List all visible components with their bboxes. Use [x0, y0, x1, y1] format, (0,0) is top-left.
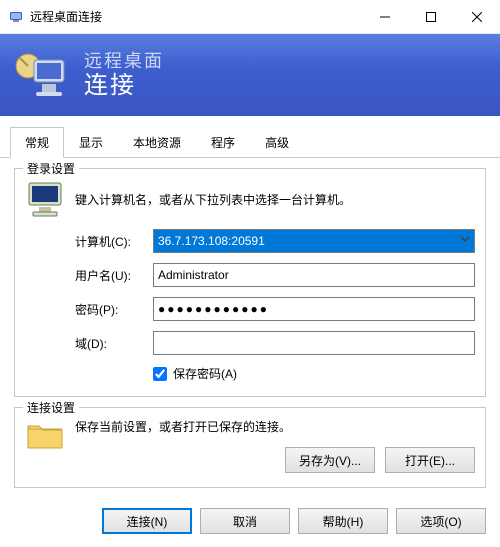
tab-strip: 常规 显示 本地资源 程序 高级 [0, 126, 500, 158]
maximize-button[interactable] [408, 1, 454, 33]
tab-general[interactable]: 常规 [10, 127, 64, 158]
app-icon [8, 9, 24, 25]
maximize-icon [426, 12, 436, 22]
save-password-label: 保存密码(A) [173, 365, 237, 382]
tab-display[interactable]: 显示 [64, 127, 118, 158]
connection-settings-legend: 连接设置 [23, 399, 79, 416]
save-password-checkbox[interactable] [153, 367, 167, 381]
window-title: 远程桌面连接 [30, 8, 362, 25]
banner: 远程桌面 连接 [0, 34, 500, 116]
login-settings-legend: 登录设置 [23, 160, 79, 177]
banner-subtitle: 远程桌面 [84, 51, 164, 72]
computer-input[interactable] [153, 229, 475, 253]
tab-programs[interactable]: 程序 [196, 127, 250, 158]
dialog-buttons: 连接(N) 取消 帮助(H) 选项(O) [0, 504, 500, 544]
password-label: 密码(P): [75, 301, 153, 318]
connect-button[interactable]: 连接(N) [102, 508, 192, 534]
domain-input[interactable] [153, 331, 475, 355]
username-label: 用户名(U): [75, 267, 153, 284]
username-input[interactable] [153, 263, 475, 287]
minimize-icon [380, 12, 390, 22]
cancel-button[interactable]: 取消 [200, 508, 290, 534]
save-as-button[interactable]: 另存为(V)... [285, 447, 375, 473]
help-button[interactable]: 帮助(H) [298, 508, 388, 534]
computer-combo[interactable] [153, 229, 475, 253]
password-input[interactable] [153, 297, 475, 321]
computer-label: 计算机(C): [75, 233, 153, 250]
options-button[interactable]: 选项(O) [396, 508, 486, 534]
connection-instruction: 保存当前设置，或者打开已保存的连接。 [75, 418, 475, 435]
login-instruction: 键入计算机名，或者从下拉列表中选择一台计算机。 [75, 191, 351, 208]
tab-advanced[interactable]: 高级 [250, 127, 304, 158]
close-button[interactable] [454, 1, 500, 33]
computer-icon [25, 179, 65, 219]
connection-settings-group: 连接设置 保存当前设置，或者打开已保存的连接。 另存为(V)... 打开(E).… [14, 407, 486, 488]
minimize-button[interactable] [362, 1, 408, 33]
open-button[interactable]: 打开(E)... [385, 447, 475, 473]
domain-label: 域(D): [75, 335, 153, 352]
folder-icon [25, 418, 65, 452]
close-icon [472, 12, 482, 22]
login-settings-group: 登录设置 键入计算机名，或者从下拉列表中选择一台计算机。 计算机(C): [14, 168, 486, 397]
titlebar: 远程桌面连接 [0, 0, 500, 34]
banner-heading: 连接 [84, 72, 164, 100]
remote-desktop-icon [12, 46, 70, 104]
tab-local-resources[interactable]: 本地资源 [118, 127, 196, 158]
